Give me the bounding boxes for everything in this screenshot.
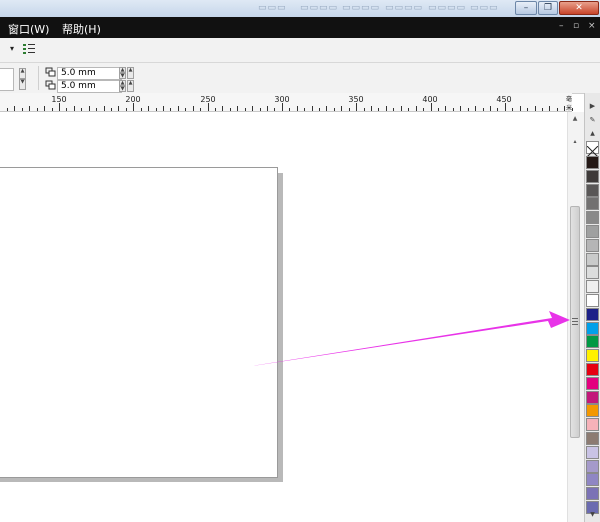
- annotation-arrow: [252, 311, 570, 366]
